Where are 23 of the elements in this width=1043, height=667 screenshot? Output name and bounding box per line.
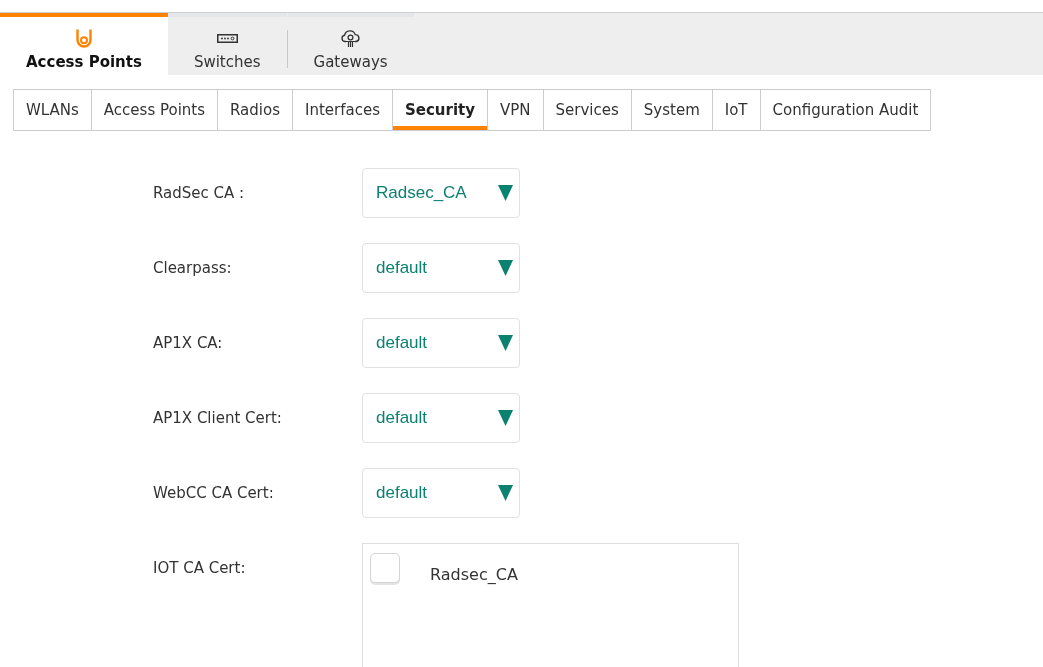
field-label: AP1X Client Cert: <box>153 408 282 429</box>
field-label: RadSec CA : <box>153 183 245 204</box>
select-field[interactable]: default <box>362 393 520 443</box>
field-label: IOT CA Cert: <box>153 558 246 579</box>
caret-icon <box>498 260 513 276</box>
field-label: WebCC CA Cert: <box>153 483 274 504</box>
caret-icon <box>498 335 513 351</box>
field-label: Clearpass: <box>153 258 232 279</box>
field-label: AP1X CA: <box>153 333 223 354</box>
caret-icon <box>498 485 513 501</box>
access-point-icon <box>75 29 92 48</box>
cloud-icon <box>341 29 361 48</box>
config-tab[interactable]: Security <box>393 90 489 130</box>
caret-icon <box>498 185 513 201</box>
select-field[interactable]: default <box>362 243 520 293</box>
select-field[interactable]: default <box>362 318 520 368</box>
option-label: Radsec_CA <box>430 565 518 584</box>
product-tab[interactable]: Access Points <box>0 13 168 75</box>
select-field[interactable]: default <box>362 468 520 518</box>
select-field[interactable]: Radsec_CA <box>362 168 520 218</box>
checkbox[interactable] <box>370 553 400 583</box>
caret-icon <box>498 410 513 426</box>
switch-icon <box>216 34 238 43</box>
